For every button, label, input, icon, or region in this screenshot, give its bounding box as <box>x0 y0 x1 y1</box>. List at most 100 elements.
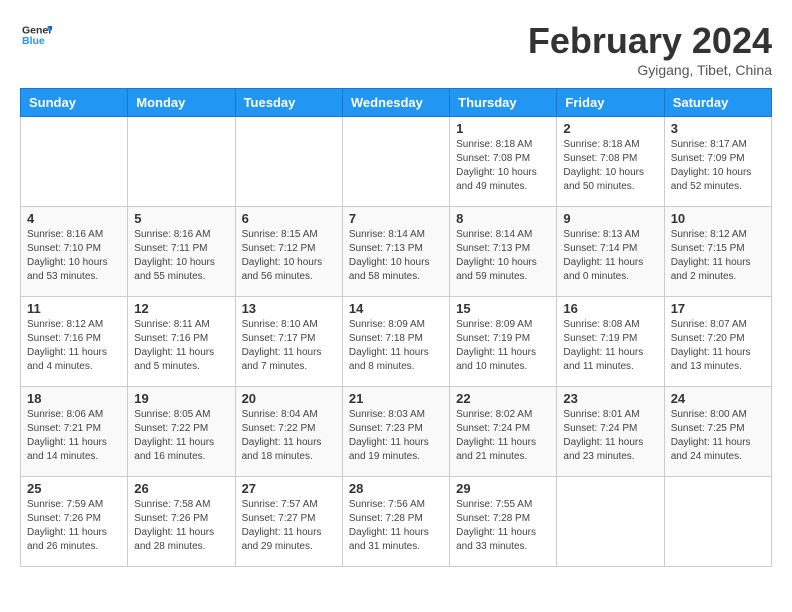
day-info: Sunrise: 8:09 AMSunset: 7:19 PMDaylight:… <box>456 318 550 374</box>
calendar-cell: 12 Sunrise: 8:11 AMSunset: 7:16 PMDayligh… <box>128 297 235 387</box>
month-year-title: February 2024 <box>528 20 772 62</box>
day-number: 26 <box>134 481 228 496</box>
calendar-cell: 11 Sunrise: 8:12 AMSunset: 7:16 PMDayligh… <box>21 297 128 387</box>
day-number: 13 <box>242 301 336 316</box>
calendar-cell: 19 Sunrise: 8:05 AMSunset: 7:22 PMDayligh… <box>128 387 235 477</box>
day-number: 5 <box>134 211 228 226</box>
calendar-cell: 9 Sunrise: 8:13 AMSunset: 7:14 PMDaylight… <box>557 207 664 297</box>
day-info: Sunrise: 8:08 AMSunset: 7:19 PMDaylight:… <box>563 318 657 374</box>
day-info: Sunrise: 8:12 AMSunset: 7:15 PMDaylight:… <box>671 228 765 284</box>
weekday-header-tuesday: Tuesday <box>235 89 342 117</box>
page-header: General Blue February 2024 Gyigang, Tibe… <box>20 20 772 78</box>
calendar-cell: 8Sunrise: 8:14 AMSunset: 7:13 PMDaylight… <box>450 207 557 297</box>
day-number: 9 <box>563 211 657 226</box>
logo: General Blue <box>20 20 52 55</box>
calendar-week-row: 4Sunrise: 8:16 AMSunset: 7:10 PMDaylight… <box>21 207 772 297</box>
day-info: Sunrise: 8:07 AMSunset: 7:20 PMDaylight:… <box>671 318 765 374</box>
day-number: 23 <box>563 391 657 406</box>
calendar-cell: 17 Sunrise: 8:07 AMSunset: 7:20 PMDayligh… <box>664 297 771 387</box>
weekday-header-sunday: Sunday <box>21 89 128 117</box>
day-info: Sunrise: 7:57 AMSunset: 7:27 PMDaylight:… <box>242 498 336 554</box>
calendar-cell: 28 Sunrise: 7:56 AMSunset: 7:28 PMDayligh… <box>342 477 449 567</box>
calendar-cell: 20 Sunrise: 8:04 AMSunset: 7:22 PMDayligh… <box>235 387 342 477</box>
calendar-cell: 18 Sunrise: 8:06 AMSunset: 7:21 PMDayligh… <box>21 387 128 477</box>
day-info: Sunrise: 7:55 AMSunset: 7:28 PMDaylight:… <box>456 498 550 554</box>
day-number: 11 <box>27 301 121 316</box>
calendar-cell: 29 Sunrise: 7:55 AMSunset: 7:28 PMDayligh… <box>450 477 557 567</box>
day-number: 25 <box>27 481 121 496</box>
day-number: 28 <box>349 481 443 496</box>
calendar-cell: 16 Sunrise: 8:08 AMSunset: 7:19 PMDayligh… <box>557 297 664 387</box>
day-info: Sunrise: 7:58 AMSunset: 7:26 PMDaylight:… <box>134 498 228 554</box>
day-number: 21 <box>349 391 443 406</box>
calendar-cell: 24 Sunrise: 8:00 AMSunset: 7:25 PMDayligh… <box>664 387 771 477</box>
day-info: Sunrise: 8:05 AMSunset: 7:22 PMDaylight:… <box>134 408 228 464</box>
calendar-week-row: 25 Sunrise: 7:59 AMSunset: 7:26 PMDayligh… <box>21 477 772 567</box>
weekday-header-friday: Friday <box>557 89 664 117</box>
day-number: 22 <box>456 391 550 406</box>
day-info: Sunrise: 8:13 AMSunset: 7:14 PMDaylight:… <box>563 228 657 284</box>
day-info: Sunrise: 8:11 AMSunset: 7:16 PMDaylight:… <box>134 318 228 374</box>
calendar-cell <box>664 477 771 567</box>
day-info: Sunrise: 8:09 AMSunset: 7:18 PMDaylight:… <box>349 318 443 374</box>
calendar-cell: 3 Sunrise: 8:17 AMSunset: 7:09 PMDaylight… <box>664 117 771 207</box>
day-info: Sunrise: 7:59 AMSunset: 7:26 PMDaylight:… <box>27 498 121 554</box>
day-info: Sunrise: 8:03 AMSunset: 7:23 PMDaylight:… <box>349 408 443 464</box>
calendar-cell: 14Sunrise: 8:09 AMSunset: 7:18 PMDayligh… <box>342 297 449 387</box>
weekday-header-thursday: Thursday <box>450 89 557 117</box>
day-info: Sunrise: 8:02 AMSunset: 7:24 PMDaylight:… <box>456 408 550 464</box>
day-info: Sunrise: 8:18 AMSunset: 7:08 PMDaylight:… <box>456 138 550 194</box>
calendar-cell: 7 Sunrise: 8:14 AMSunset: 7:13 PMDaylight… <box>342 207 449 297</box>
calendar-cell: 5Sunrise: 8:16 AMSunset: 7:11 PMDaylight… <box>128 207 235 297</box>
title-section: February 2024 Gyigang, Tibet, China <box>528 20 772 78</box>
day-number: 20 <box>242 391 336 406</box>
day-number: 2 <box>563 121 657 136</box>
day-info: Sunrise: 8:17 AMSunset: 7:09 PMDaylight:… <box>671 138 765 194</box>
calendar-cell: 6 Sunrise: 8:15 AMSunset: 7:12 PMDaylight… <box>235 207 342 297</box>
day-info: Sunrise: 8:06 AMSunset: 7:21 PMDaylight:… <box>27 408 121 464</box>
calendar-cell: 15 Sunrise: 8:09 AMSunset: 7:19 PMDayligh… <box>450 297 557 387</box>
day-info: Sunrise: 8:00 AMSunset: 7:25 PMDaylight:… <box>671 408 765 464</box>
day-info: Sunrise: 8:18 AMSunset: 7:08 PMDaylight:… <box>563 138 657 194</box>
calendar-cell: 23Sunrise: 8:01 AMSunset: 7:24 PMDayligh… <box>557 387 664 477</box>
day-info: Sunrise: 7:56 AMSunset: 7:28 PMDaylight:… <box>349 498 443 554</box>
day-number: 29 <box>456 481 550 496</box>
calendar-cell <box>128 117 235 207</box>
day-number: 12 <box>134 301 228 316</box>
calendar-cell <box>235 117 342 207</box>
day-number: 24 <box>671 391 765 406</box>
calendar-cell <box>21 117 128 207</box>
day-number: 27 <box>242 481 336 496</box>
calendar-cell: 21 Sunrise: 8:03 AMSunset: 7:23 PMDayligh… <box>342 387 449 477</box>
day-number: 7 <box>349 211 443 226</box>
day-number: 6 <box>242 211 336 226</box>
calendar-week-row: 1 Sunrise: 8:18 AMSunset: 7:08 PMDaylight… <box>21 117 772 207</box>
weekday-header-monday: Monday <box>128 89 235 117</box>
day-info: Sunrise: 8:15 AMSunset: 7:12 PMDaylight:… <box>242 228 336 284</box>
calendar-cell: 10Sunrise: 8:12 AMSunset: 7:15 PMDayligh… <box>664 207 771 297</box>
day-info: Sunrise: 8:04 AMSunset: 7:22 PMDaylight:… <box>242 408 336 464</box>
day-number: 17 <box>671 301 765 316</box>
calendar-body: 1 Sunrise: 8:18 AMSunset: 7:08 PMDaylight… <box>21 117 772 567</box>
day-number: 3 <box>671 121 765 136</box>
day-number: 19 <box>134 391 228 406</box>
day-number: 18 <box>27 391 121 406</box>
day-number: 15 <box>456 301 550 316</box>
calendar-header: SundayMondayTuesdayWednesdayThursdayFrid… <box>21 89 772 117</box>
calendar-cell: 2 Sunrise: 8:18 AMSunset: 7:08 PMDaylight… <box>557 117 664 207</box>
day-info: Sunrise: 8:14 AMSunset: 7:13 PMDaylight:… <box>349 228 443 284</box>
calendar-cell: 22 Sunrise: 8:02 AMSunset: 7:24 PMDayligh… <box>450 387 557 477</box>
day-info: Sunrise: 8:10 AMSunset: 7:17 PMDaylight:… <box>242 318 336 374</box>
weekday-header-saturday: Saturday <box>664 89 771 117</box>
location-subtitle: Gyigang, Tibet, China <box>528 62 772 78</box>
calendar-table: SundayMondayTuesdayWednesdayThursdayFrid… <box>20 88 772 567</box>
calendar-cell <box>557 477 664 567</box>
day-info: Sunrise: 8:12 AMSunset: 7:16 PMDaylight:… <box>27 318 121 374</box>
calendar-cell: 26 Sunrise: 7:58 AMSunset: 7:26 PMDayligh… <box>128 477 235 567</box>
day-number: 16 <box>563 301 657 316</box>
calendar-cell: 4Sunrise: 8:16 AMSunset: 7:10 PMDaylight… <box>21 207 128 297</box>
day-number: 4 <box>27 211 121 226</box>
calendar-cell: 27 Sunrise: 7:57 AMSunset: 7:27 PMDayligh… <box>235 477 342 567</box>
day-number: 1 <box>456 121 550 136</box>
weekday-header-wednesday: Wednesday <box>342 89 449 117</box>
